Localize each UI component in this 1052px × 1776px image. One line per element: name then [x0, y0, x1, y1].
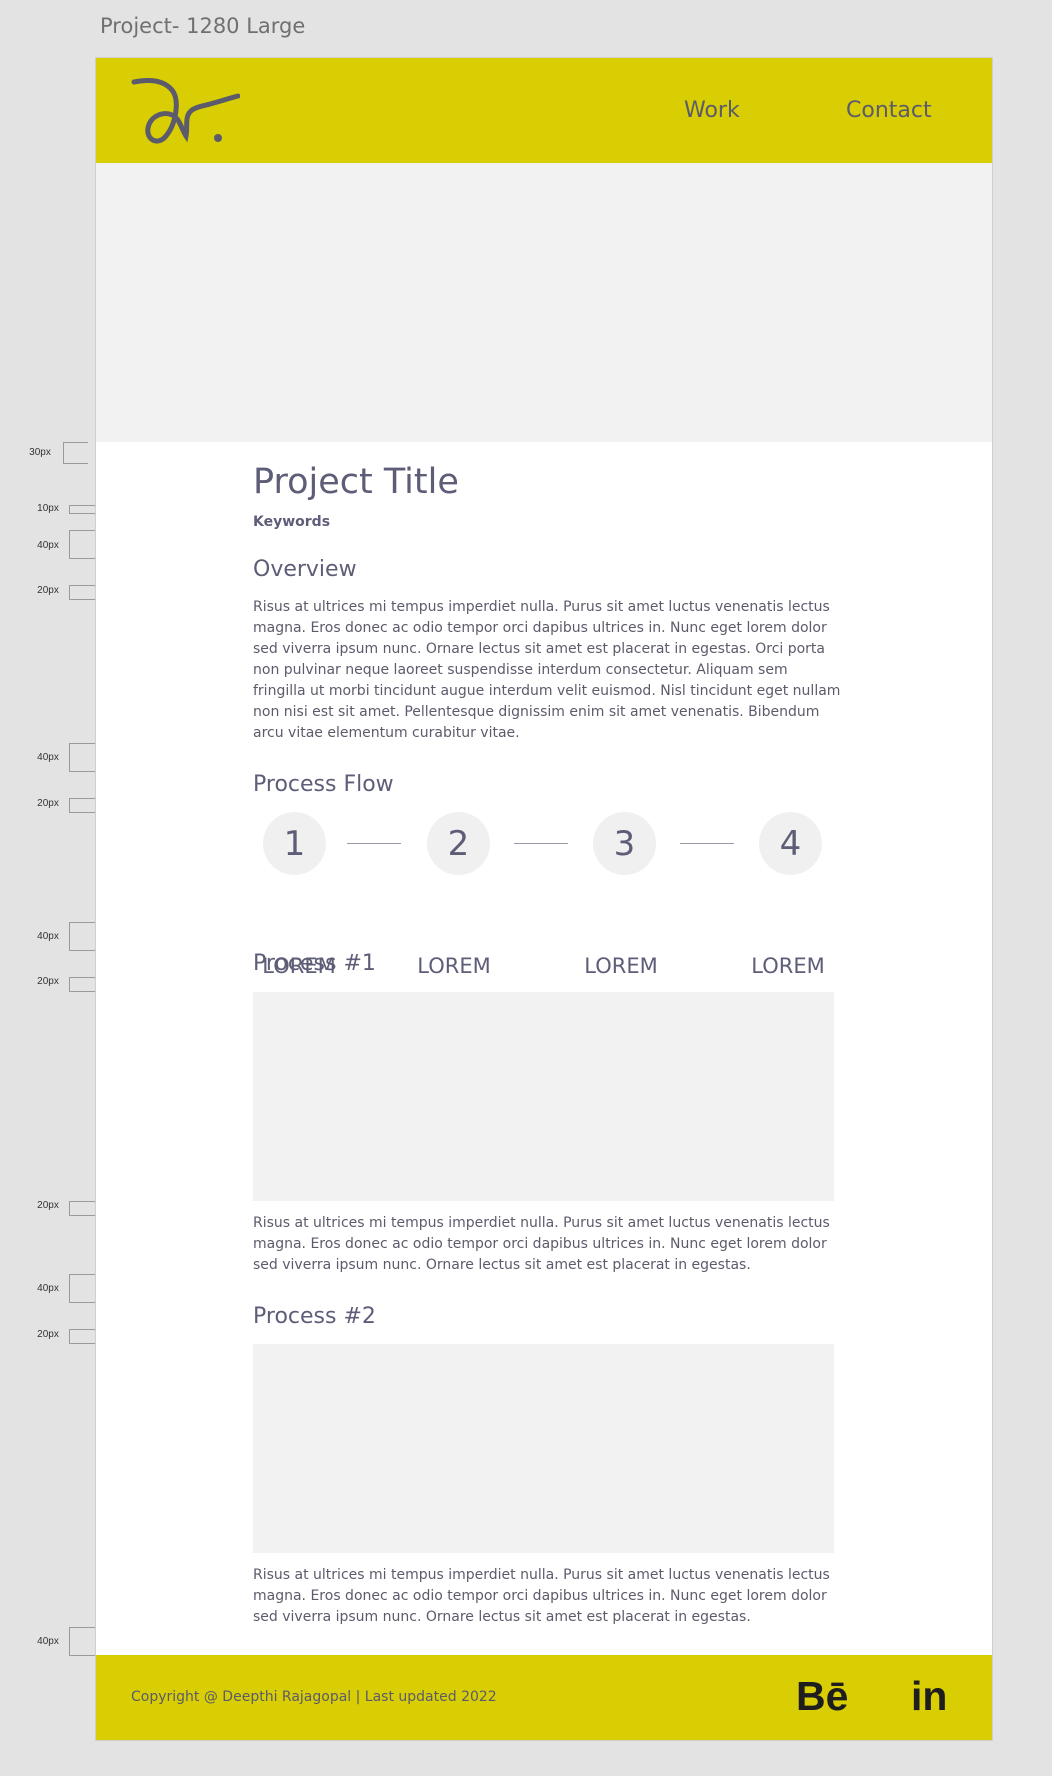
spacing-label: 20px: [37, 1200, 59, 1211]
step-circle: 1: [263, 812, 326, 875]
spacing-label: 20px: [37, 976, 59, 987]
spacing-label: 20px: [37, 798, 59, 809]
process-flow-heading: Process Flow: [253, 772, 394, 797]
step-label: LOREM: [584, 954, 658, 978]
process-1-image-placeholder: [253, 992, 834, 1201]
spacing-label: 30px: [29, 447, 51, 458]
project-keywords: Keywords: [253, 514, 331, 530]
step-connector: [680, 843, 734, 844]
nav-work-link[interactable]: Work: [684, 98, 740, 123]
step-connector: [514, 843, 568, 844]
frame-label: Project- 1280 Large: [100, 14, 306, 38]
site-footer: Copyright @ Deepthi Rajagopal | Last upd…: [96, 1655, 992, 1740]
behance-icon[interactable]: Bē: [796, 1673, 848, 1720]
page-frame: Work Contact Project Title Keywords Over…: [95, 57, 993, 1741]
step-number: 1: [283, 823, 306, 864]
spacing-label: 20px: [37, 1329, 59, 1340]
copyright-text: Copyright @ Deepthi Rajagopal | Last upd…: [131, 1689, 497, 1705]
spacing-label: 40px: [37, 1636, 59, 1647]
overview-heading: Overview: [253, 557, 357, 582]
step-circle: 4: [759, 812, 822, 875]
process-1-heading: Process #1: [253, 951, 376, 976]
project-title: Project Title: [253, 462, 459, 502]
nav-contact-link[interactable]: Contact: [846, 98, 932, 123]
step-circle: 2: [427, 812, 490, 875]
signature-logo-icon[interactable]: [130, 76, 240, 144]
process-1-text: Risus at ultrices mi tempus imperdiet nu…: [253, 1215, 830, 1273]
site-header: Work Contact: [96, 58, 992, 163]
spacing-label: 10px: [37, 503, 59, 514]
step-label: LOREM: [751, 954, 825, 978]
spacing-label: 40px: [37, 931, 59, 942]
step-label: LOREM: [417, 954, 491, 978]
step-number: 3: [613, 823, 636, 864]
process-2-image-placeholder: [253, 1344, 834, 1553]
spacing-label: 20px: [37, 585, 59, 596]
linkedin-icon[interactable]: in: [911, 1673, 947, 1720]
process-2-heading: Process #2: [253, 1304, 376, 1329]
spacing-label: 40px: [37, 752, 59, 763]
step-circle: 3: [593, 812, 656, 875]
overview-text: Risus at ultrices mi tempus imperdiet nu…: [253, 599, 841, 741]
step-number: 2: [447, 823, 470, 864]
process-2-text: Risus at ultrices mi tempus imperdiet nu…: [253, 1567, 830, 1625]
step-connector: [347, 843, 401, 844]
spacing-label: 40px: [37, 1283, 59, 1294]
step-number: 4: [779, 823, 802, 864]
spacing-label: 40px: [37, 540, 59, 551]
hero-image-placeholder: [96, 163, 992, 442]
